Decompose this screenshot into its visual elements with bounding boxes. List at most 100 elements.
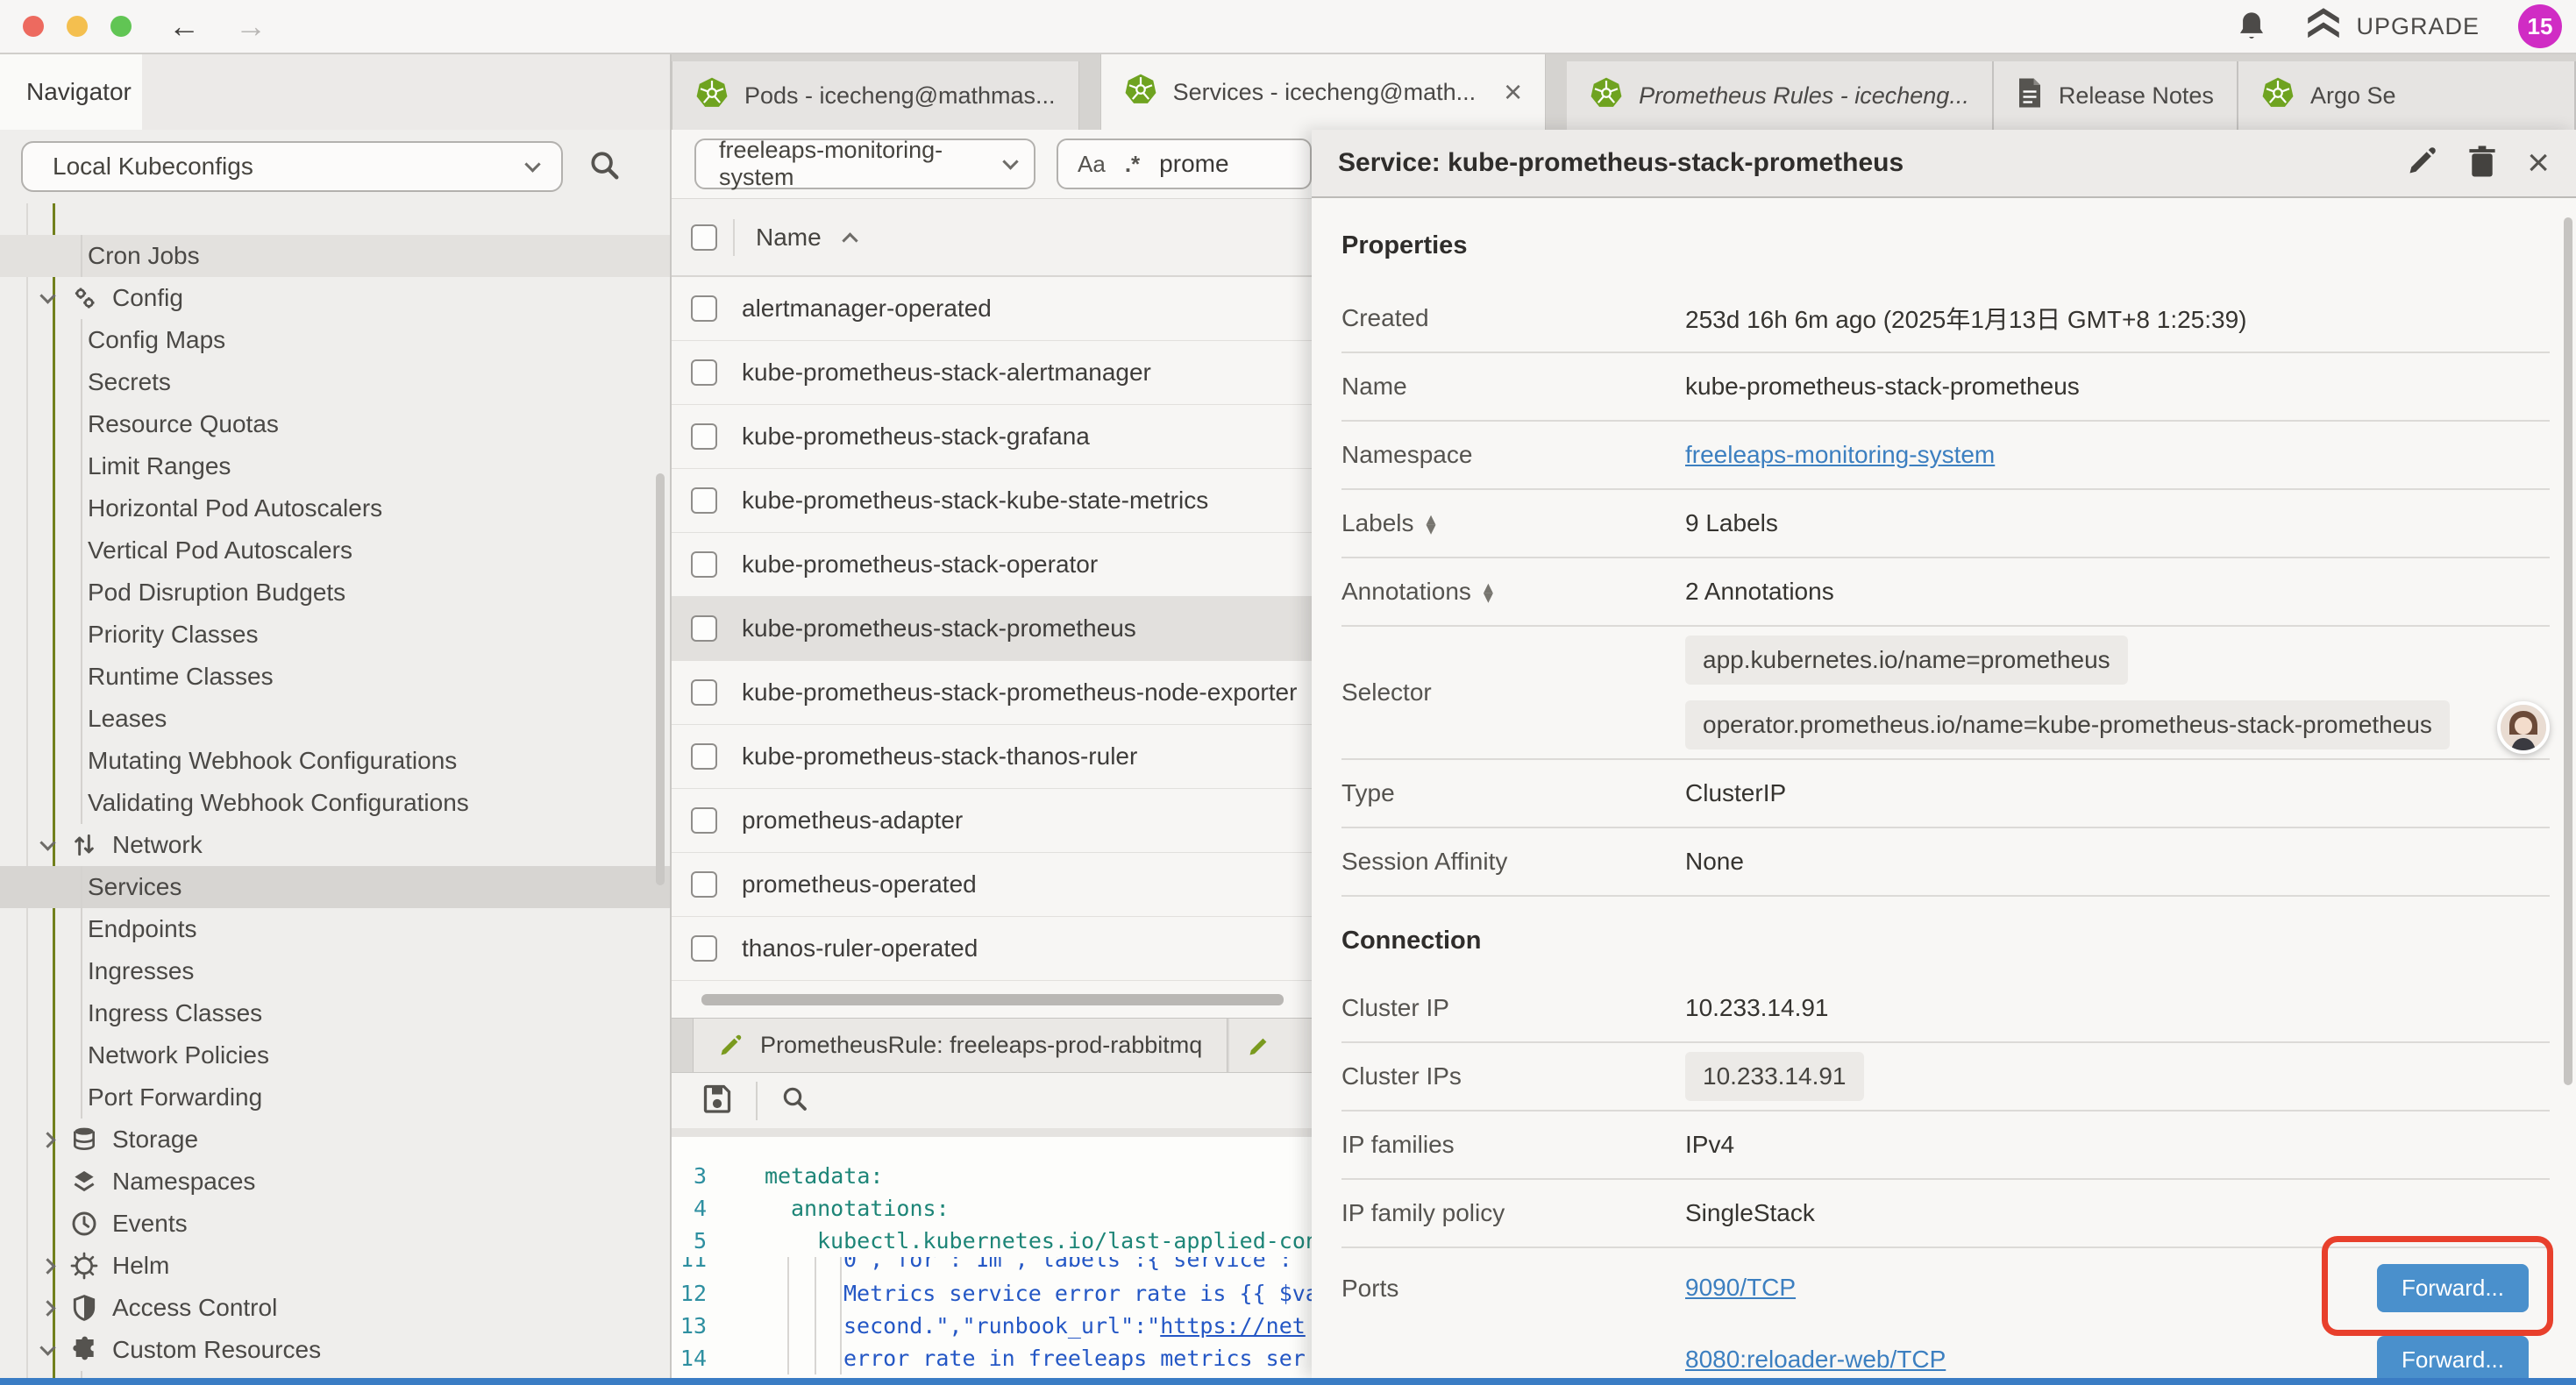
- back-arrow-icon[interactable]: ←: [168, 11, 200, 42]
- sidebar-item-vertical-pod-autoscalers[interactable]: Vertical Pod Autoscalers: [0, 529, 670, 572]
- sidebar-item-storage[interactable]: Storage: [0, 1119, 670, 1161]
- row-checkbox[interactable]: [691, 359, 717, 386]
- close-window-button[interactable]: [23, 16, 44, 37]
- sidebar-item-horizontal-pod-autoscalers[interactable]: Horizontal Pod Autoscalers: [0, 487, 670, 529]
- document-tab-services-icecheng-math[interactable]: Services - icecheng@math...×: [1100, 54, 1547, 130]
- navigator-panel-tab[interactable]: Navigator: [0, 54, 142, 130]
- sidebar-item-port-forwarding[interactable]: Port Forwarding: [0, 1076, 670, 1119]
- sidebar-item-definitions[interactable]: Definitions: [0, 1371, 670, 1378]
- minimize-window-button[interactable]: [67, 16, 88, 37]
- sidebar-item-validating-webhook-configurations[interactable]: Validating Webhook Configurations: [0, 782, 670, 824]
- row-checkbox[interactable]: [691, 807, 717, 834]
- edit-pencil-icon[interactable]: [2406, 146, 2437, 181]
- editor-tab-partial[interactable]: [1229, 1019, 1312, 1072]
- table-row-kube-prometheus-stack-prometheus-node-exporter[interactable]: kube-prometheus-stack-prometheus-node-ex…: [672, 661, 1312, 725]
- sidebar-item-events[interactable]: Events: [0, 1203, 670, 1245]
- sidebar-item-limit-ranges[interactable]: Limit Ranges: [0, 445, 670, 487]
- sidebar-item-namespaces[interactable]: Namespaces: [0, 1161, 670, 1203]
- port-link[interactable]: 9090/TCP: [1685, 1274, 1796, 1302]
- table-row-kube-prometheus-stack-kube-state-metrics[interactable]: kube-prometheus-stack-kube-state-metrics: [672, 469, 1312, 533]
- regex-toggle[interactable]: .*: [1125, 151, 1140, 178]
- row-checkbox[interactable]: [691, 615, 717, 642]
- save-icon[interactable]: [701, 1083, 733, 1119]
- namespace-selector[interactable]: freeleaps-monitoring-system: [694, 138, 1035, 189]
- table-row-kube-prometheus-stack-thanos-ruler[interactable]: kube-prometheus-stack-thanos-ruler: [672, 725, 1312, 789]
- sidebar-item-custom-resources[interactable]: Custom Resources: [0, 1329, 670, 1371]
- chevron-right-icon[interactable]: [39, 1300, 55, 1316]
- sidebar-item-ingress-classes[interactable]: Ingress Classes: [0, 992, 670, 1034]
- document-tab-pods-icecheng-mathmas[interactable]: Pods - icecheng@mathmas...: [672, 61, 1079, 130]
- sidebar-item-services[interactable]: Services: [0, 866, 670, 908]
- annotations-expand-icon[interactable]: ▴▾: [1484, 582, 1493, 602]
- url-link[interactable]: https://net: [1160, 1313, 1306, 1339]
- sidebar-item-ingresses[interactable]: Ingresses: [0, 950, 670, 992]
- name-column-header[interactable]: Name: [756, 224, 822, 252]
- document-tab-argo-se[interactable]: Argo Se: [2238, 61, 2576, 130]
- port-link[interactable]: 8080:reloader-web/TCP: [1685, 1346, 1946, 1374]
- row-checkbox[interactable]: [691, 423, 717, 450]
- chevron-down-icon[interactable]: [39, 835, 55, 850]
- sidebar-item-mutating-webhook-configurations[interactable]: Mutating Webhook Configurations: [0, 740, 670, 782]
- select-all-checkbox[interactable]: [691, 224, 717, 251]
- sort-ascending-icon[interactable]: [842, 232, 857, 248]
- table-row-kube-prometheus-stack-grafana[interactable]: kube-prometheus-stack-grafana: [672, 405, 1312, 469]
- user-avatar[interactable]: [2497, 701, 2550, 754]
- notification-count-badge[interactable]: 15: [2518, 4, 2562, 48]
- forward-button[interactable]: Forward...: [2377, 1264, 2529, 1312]
- chevron-down-icon[interactable]: [39, 1339, 55, 1355]
- table-row-kube-prometheus-stack-operator[interactable]: kube-prometheus-stack-operator: [672, 533, 1312, 597]
- sidebar-item-secrets[interactable]: Secrets: [0, 361, 670, 403]
- editor-tab-prometheusrule[interactable]: PrometheusRule: freeleaps-prod-rabbitmq: [693, 1019, 1228, 1072]
- chevron-down-icon[interactable]: [39, 288, 55, 303]
- sidebar-item-runtime-classes[interactable]: Runtime Classes: [0, 656, 670, 698]
- sidebar-item-endpoints[interactable]: Endpoints: [0, 908, 670, 950]
- row-checkbox[interactable]: [691, 551, 717, 578]
- row-checkbox[interactable]: [691, 935, 717, 962]
- table-row-prometheus-operated[interactable]: prometheus-operated: [672, 853, 1312, 917]
- sidebar-item-resource-quotas[interactable]: Resource Quotas: [0, 403, 670, 445]
- sidebar-item-config[interactable]: Config: [0, 277, 670, 319]
- sidebar-item-leases[interactable]: Leases: [0, 698, 670, 740]
- document-tab-release-notes[interactable]: Release Notes: [1994, 61, 2238, 130]
- sidebar-item-config-maps[interactable]: Config Maps: [0, 319, 670, 361]
- horizontal-scrollbar[interactable]: [701, 994, 1284, 1005]
- namespace-link[interactable]: freeleaps-monitoring-system: [1685, 441, 1995, 469]
- maximize-window-button[interactable]: [110, 16, 132, 37]
- sidebar-scrollbar[interactable]: [656, 473, 665, 885]
- table-row-kube-prometheus-stack-prometheus[interactable]: kube-prometheus-stack-prometheus: [672, 597, 1312, 661]
- chevron-right-icon[interactable]: [39, 1132, 55, 1147]
- sidebar-item-access-control[interactable]: Access Control: [0, 1287, 670, 1329]
- table-row-prometheus-adapter[interactable]: prometheus-adapter: [672, 789, 1312, 853]
- row-checkbox[interactable]: [691, 295, 717, 322]
- sidebar-item-network[interactable]: Network: [0, 824, 670, 866]
- sidebar-item-pod-disruption-budgets[interactable]: Pod Disruption Budgets: [0, 572, 670, 614]
- name-filter-input[interactable]: Aa .* prome: [1057, 138, 1312, 189]
- table-row-kube-prometheus-stack-alertmanager[interactable]: kube-prometheus-stack-alertmanager: [672, 341, 1312, 405]
- editor-search-icon[interactable]: [780, 1084, 808, 1117]
- row-checkbox[interactable]: [691, 871, 717, 898]
- delete-trash-icon[interactable]: [2467, 145, 2497, 182]
- notifications-bell-icon[interactable]: [2237, 10, 2266, 43]
- kubeconfig-selector[interactable]: Local Kubeconfigs: [21, 141, 563, 192]
- row-checkbox[interactable]: [691, 679, 717, 706]
- sidebar-item-helm[interactable]: Helm: [0, 1245, 670, 1287]
- row-checkbox[interactable]: [691, 487, 717, 514]
- forward-arrow-icon[interactable]: →: [235, 11, 267, 42]
- document-tab-prometheus-rules-icecheng[interactable]: Prometheus Rules - icecheng...: [1567, 61, 1994, 130]
- sidebar-item-cron-jobs[interactable]: Cron Jobs: [0, 235, 670, 277]
- labels-expand-icon[interactable]: ▴▾: [1427, 514, 1436, 534]
- match-case-toggle[interactable]: Aa: [1078, 151, 1106, 178]
- yaml-editor[interactable]: 3metadata:4annotations:5kubectl.kubernet…: [672, 1128, 1312, 1378]
- sidebar-item-priority-classes[interactable]: Priority Classes: [0, 614, 670, 656]
- row-checkbox[interactable]: [691, 743, 717, 770]
- upgrade-button[interactable]: UPGRADE: [2305, 6, 2480, 47]
- sidebar-item-network-policies[interactable]: Network Policies: [0, 1034, 670, 1076]
- table-row-thanos-ruler-operated[interactable]: thanos-ruler-operated: [672, 917, 1312, 981]
- close-icon[interactable]: ×: [2527, 144, 2550, 182]
- detail-scrollbar[interactable]: [2564, 217, 2572, 1085]
- chevron-right-icon[interactable]: [39, 1258, 55, 1274]
- close-icon[interactable]: ×: [1504, 74, 1522, 110]
- search-icon[interactable]: [587, 148, 621, 186]
- table-row-alertmanager-operated[interactable]: alertmanager-operated: [672, 277, 1312, 341]
- forward-button[interactable]: Forward...: [2377, 1336, 2529, 1379]
